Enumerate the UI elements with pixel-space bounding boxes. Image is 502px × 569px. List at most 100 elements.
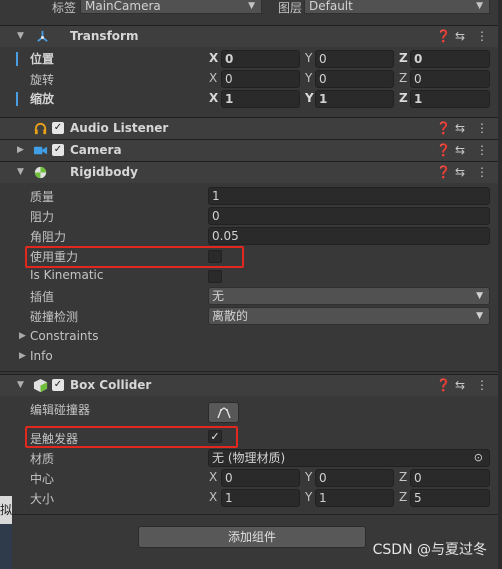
use-gravity-checkbox[interactable]	[208, 250, 222, 263]
collision-detection-dropdown[interactable]: 离散的 ▼	[208, 307, 490, 325]
axis-z-label[interactable]: Z	[399, 470, 407, 484]
divider	[0, 514, 498, 515]
clipped-text: 拟	[0, 503, 13, 517]
position-label: 位置	[30, 52, 55, 66]
axis-y-label[interactable]: Y	[305, 91, 314, 105]
interpolate-label: 插值	[30, 290, 55, 304]
tag-label: 标签	[52, 1, 77, 15]
info-foldout[interactable]: Info	[30, 349, 53, 363]
tag-dropdown[interactable]: MainCamera ▼	[80, 0, 262, 14]
is-trigger-checkbox[interactable]: ✓	[208, 430, 222, 443]
help-icon[interactable]: ❓	[436, 121, 451, 135]
position-x-field[interactable]: 0	[221, 50, 300, 68]
more-menu-icon[interactable]: ⋮	[476, 143, 488, 157]
layer-label: 图层	[278, 1, 303, 15]
center-x-field[interactable]: 0	[221, 469, 300, 487]
rotation-z-field[interactable]: 0	[410, 70, 490, 88]
add-component-button[interactable]: 添加组件	[138, 526, 366, 548]
axis-z-label[interactable]: Z	[399, 91, 408, 105]
headphones-icon	[34, 122, 47, 135]
rotation-y-field[interactable]: 0	[315, 70, 394, 88]
enabled-checkbox[interactable]: ✓	[52, 122, 64, 134]
scale-z-field[interactable]: 1	[410, 90, 490, 108]
foldout-collapsed-icon[interactable]: ▶	[17, 145, 24, 155]
more-menu-icon[interactable]: ⋮	[476, 378, 488, 392]
modified-marker	[16, 52, 18, 66]
mass-field[interactable]: 1	[208, 187, 490, 205]
axis-x-label[interactable]: X	[209, 71, 217, 85]
enabled-checkbox[interactable]: ✓	[52, 379, 64, 391]
scale-y-field[interactable]: 1	[315, 90, 394, 108]
presets-icon[interactable]: ⇆	[455, 165, 465, 179]
drag-field[interactable]: 0	[208, 207, 490, 225]
material-field[interactable]: 无 (物理材质) ⊙	[208, 449, 490, 467]
axis-z-label[interactable]: Z	[399, 490, 407, 504]
presets-icon[interactable]: ⇆	[455, 29, 465, 43]
layer-value: Default	[309, 0, 353, 13]
chevron-down-icon: ▼	[476, 1, 483, 11]
constraints-foldout[interactable]: Constraints	[30, 329, 98, 343]
axis-y-label[interactable]: Y	[305, 51, 312, 65]
axis-x-label[interactable]: X	[209, 91, 218, 105]
center-z-field[interactable]: 0	[410, 469, 490, 487]
foldout-expanded-icon[interactable]: ▼	[17, 167, 24, 177]
more-menu-icon[interactable]: ⋮	[476, 29, 488, 43]
help-icon[interactable]: ❓	[436, 378, 451, 392]
scrollbar[interactable]	[498, 0, 502, 569]
foldout-collapsed-icon[interactable]: ▶	[19, 331, 26, 341]
box-collider-header[interactable]: ▼ ✓ Box Collider ❓ ⇆ ⋮	[0, 374, 498, 396]
axis-x-label[interactable]: X	[209, 470, 217, 484]
axis-y-label[interactable]: Y	[305, 71, 312, 85]
scale-x-field[interactable]: 1	[221, 90, 300, 108]
center-label: 中心	[30, 472, 55, 486]
is-kinematic-checkbox[interactable]	[208, 270, 222, 283]
chevron-down-icon: ▼	[476, 311, 483, 321]
axis-y-label[interactable]: Y	[305, 490, 312, 504]
transform-header[interactable]: ▼ Transform ❓ ⇆ ⋮	[0, 25, 498, 47]
position-y-field[interactable]: 0	[315, 50, 394, 68]
foldout-expanded-icon[interactable]: ▼	[17, 31, 24, 41]
is-kinematic-label: Is Kinematic	[30, 268, 104, 282]
use-gravity-label: 使用重力	[30, 250, 79, 264]
size-z-field[interactable]: 5	[410, 489, 490, 507]
camera-title: Camera	[70, 143, 122, 157]
edit-collider-button[interactable]	[208, 402, 239, 423]
rotation-x-field[interactable]: 0	[221, 70, 300, 88]
axis-z-label[interactable]: Z	[399, 71, 407, 85]
more-menu-icon[interactable]: ⋮	[476, 121, 488, 135]
camera-header[interactable]: ▶ ✓ Camera ❓ ⇆ ⋮	[0, 139, 498, 161]
interpolate-dropdown[interactable]: 无 ▼	[208, 287, 490, 305]
foldout-collapsed-icon[interactable]: ▶	[19, 351, 26, 361]
more-menu-icon[interactable]: ⋮	[476, 165, 488, 179]
audio-listener-header[interactable]: ✓ Audio Listener ❓ ⇆ ⋮	[0, 117, 498, 139]
axis-y-label[interactable]: Y	[305, 470, 312, 484]
layer-dropdown[interactable]: Default ▼	[304, 0, 490, 14]
angular-drag-field[interactable]: 0.05	[208, 227, 490, 245]
presets-icon[interactable]: ⇆	[455, 378, 465, 392]
axis-x-label[interactable]: X	[209, 51, 218, 65]
axis-x-label[interactable]: X	[209, 490, 217, 504]
size-x-field[interactable]: 1	[221, 489, 300, 507]
axis-z-label[interactable]: Z	[399, 51, 408, 65]
foldout-expanded-icon[interactable]: ▼	[17, 380, 24, 390]
help-icon[interactable]: ❓	[436, 143, 451, 157]
presets-icon[interactable]: ⇆	[455, 121, 465, 135]
tag-value: MainCamera	[85, 0, 161, 13]
interpolate-value: 无	[212, 289, 225, 303]
object-picker-icon[interactable]: ⊙	[474, 450, 483, 466]
position-z-field[interactable]: 0	[410, 50, 490, 68]
divider	[0, 371, 498, 372]
size-label: 大小	[30, 492, 55, 506]
size-y-field[interactable]: 1	[315, 489, 394, 507]
help-icon[interactable]: ❓	[436, 29, 451, 43]
edit-collider-label: 编辑碰撞器	[30, 403, 91, 417]
camera-icon	[33, 146, 48, 155]
rigidbody-title: Rigidbody	[70, 165, 138, 179]
enabled-checkbox[interactable]: ✓	[52, 144, 64, 156]
chevron-down-icon: ▼	[248, 1, 255, 11]
presets-icon[interactable]: ⇆	[455, 143, 465, 157]
audio-listener-title: Audio Listener	[70, 121, 169, 135]
rigidbody-header[interactable]: ▼ Rigidbody ❓ ⇆ ⋮	[0, 161, 498, 183]
help-icon[interactable]: ❓	[436, 165, 451, 179]
center-y-field[interactable]: 0	[315, 469, 394, 487]
